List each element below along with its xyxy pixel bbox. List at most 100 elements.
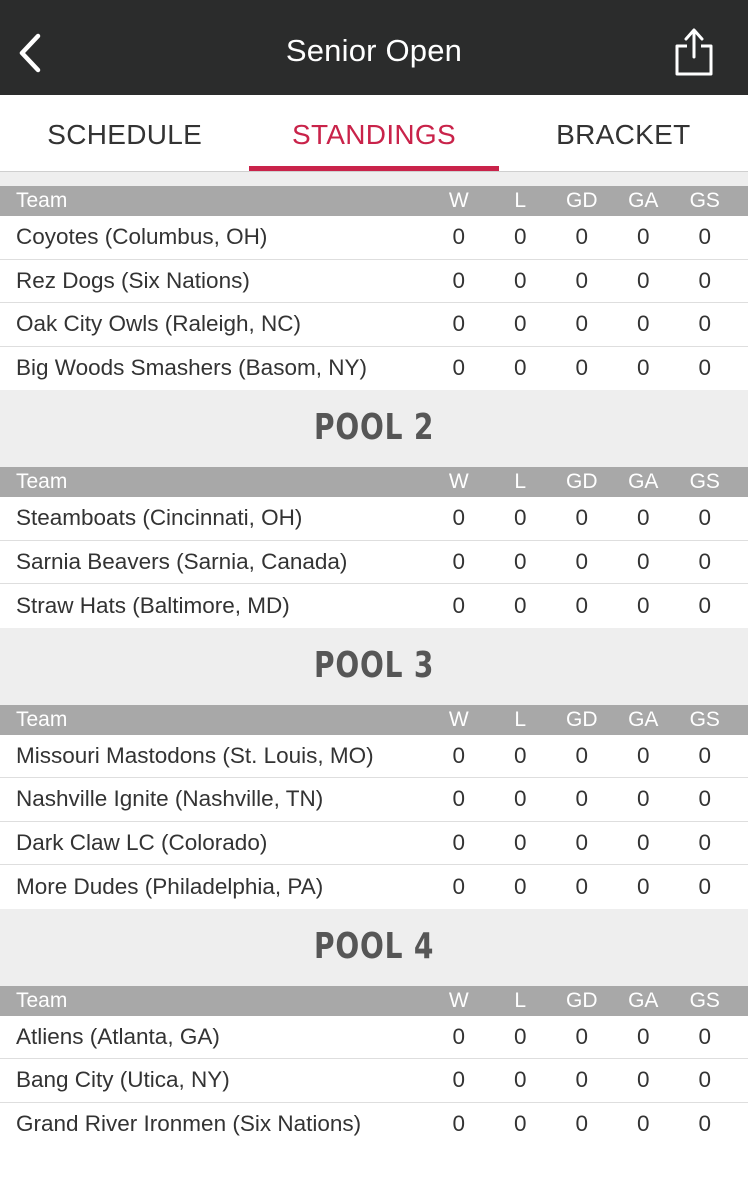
standings-list: Team W L GD GA GS Coyotes (Columbus, OH) 0 0 0 0 0 R… — [0, 172, 748, 1146]
team-name: Atliens (Atlanta, GA) — [16, 1023, 220, 1049]
table-row[interactable]: Rez Dogs (Six Nations) 0 0 0 0 0 — [0, 259, 748, 303]
pool-title-text: POOL 4 — [313, 925, 435, 967]
stat-gs: 0 — [698, 505, 711, 531]
stat-gs: 0 — [698, 873, 711, 899]
column-header-l: L — [514, 470, 527, 493]
stat-ga: 0 — [636, 786, 650, 812]
table-header: Team W L GD GA GS — [0, 985, 748, 1016]
pool-title: POOL 2 — [0, 390, 748, 467]
table-row[interactable]: Sarnia Beavers (Sarnia, Canada) 0 0 0 0 0 — [0, 540, 748, 584]
tab-bar: SCHEDULE STANDINGS BRACKET — [0, 95, 748, 172]
stat-gs: 0 — [698, 1111, 711, 1137]
table-row[interactable]: Big Woods Smashers (Basom, NY) 0 0 0 0 0 — [0, 346, 748, 390]
stat-ga: 0 — [636, 355, 650, 381]
stat-w: 0 — [452, 505, 465, 531]
table-row[interactable]: Steamboats (Cincinnati, OH) 0 0 0 0 0 — [0, 497, 748, 541]
stat-ga: 0 — [636, 592, 650, 618]
column-header-ga: GA — [628, 189, 659, 212]
tab-standings[interactable]: STANDINGS — [249, 95, 499, 171]
table-row[interactable]: Oak City Owls (Raleigh, NC) 0 0 0 0 0 — [0, 303, 748, 347]
stat-gs: 0 — [698, 1023, 711, 1049]
column-header-l: L — [514, 189, 527, 212]
stat-l: 0 — [513, 1023, 527, 1049]
stat-gd: 0 — [575, 311, 588, 337]
team-name: Dark Claw LC (Colorado) — [16, 829, 268, 855]
stat-w: 0 — [452, 829, 465, 855]
team-name: Missouri Mastodons (St. Louis, MO) — [16, 742, 374, 768]
team-name: Bang City (Utica, NY) — [16, 1067, 230, 1093]
stat-w: 0 — [452, 1023, 465, 1049]
table-row[interactable]: Straw Hats (Baltimore, MD) 0 0 0 0 0 — [0, 584, 748, 628]
stat-gs: 0 — [698, 224, 711, 250]
stat-ga: 0 — [636, 1023, 650, 1049]
stat-gs: 0 — [698, 592, 711, 618]
team-name: Straw Hats (Baltimore, MD) — [16, 592, 290, 618]
tab-schedule[interactable]: SCHEDULE — [0, 95, 249, 171]
team-name: Big Woods Smashers (Basom, NY) — [16, 355, 367, 381]
stat-gd: 0 — [575, 786, 588, 812]
table-header: Team W L GD GA GS — [0, 186, 748, 216]
table-row[interactable]: Bang City (Utica, NY) 0 0 0 0 0 — [0, 1059, 748, 1103]
stat-w: 0 — [452, 873, 465, 899]
table-body: Steamboats (Cincinnati, OH) 0 0 0 0 0 Sarnia B… — [0, 497, 748, 628]
column-header-l: L — [514, 707, 527, 731]
table-body: Atliens (Atlanta, GA) 0 0 0 0 0 Bang City (Uti… — [0, 1015, 748, 1146]
stat-gs: 0 — [698, 311, 711, 337]
stat-gd: 0 — [575, 742, 588, 768]
stat-ga: 0 — [636, 1111, 650, 1137]
stat-ga: 0 — [636, 742, 650, 768]
column-header-team: Team — [16, 470, 68, 493]
pool-title: POOL 3 — [0, 627, 748, 705]
stat-l: 0 — [513, 267, 527, 293]
stat-gd: 0 — [575, 829, 588, 855]
column-header-team: Team — [16, 189, 68, 212]
stat-ga: 0 — [636, 267, 650, 293]
stat-w: 0 — [452, 1111, 465, 1137]
stat-gs: 0 — [698, 355, 711, 381]
app-header: Senior Open — [0, 0, 748, 95]
table-row[interactable]: More Dudes (Philadelphia, PA) 0 0 0 0 0 — [0, 865, 748, 909]
column-header-gs: GS — [689, 988, 720, 1012]
table-row[interactable]: Atliens (Atlanta, GA) 0 0 0 0 0 — [0, 1015, 748, 1059]
column-header-gd: GD — [566, 470, 598, 493]
stat-l: 0 — [513, 742, 527, 768]
table-row[interactable]: Dark Claw LC (Colorado) 0 0 0 0 0 — [0, 821, 748, 865]
stat-gd: 0 — [575, 873, 588, 899]
stat-l: 0 — [513, 311, 527, 337]
table-row[interactable]: Missouri Mastodons (St. Louis, MO) 0 0 0 0 0 — [0, 734, 748, 778]
stat-w: 0 — [452, 786, 465, 812]
share-icon — [675, 28, 713, 76]
team-name: Rez Dogs (Six Nations) — [16, 267, 250, 293]
column-header-gs: GS — [689, 189, 720, 212]
stat-ga: 0 — [636, 505, 650, 531]
team-name: Oak City Owls (Raleigh, NC) — [16, 311, 302, 337]
column-header-gd: GD — [566, 707, 598, 731]
stat-gs: 0 — [698, 1067, 711, 1093]
table-body: Missouri Mastodons (St. Louis, MO) 0 0 0 0 0 N… — [0, 734, 748, 909]
table-row[interactable]: Nashville Ignite (Nashville, TN) 0 0 0 0 0 — [0, 778, 748, 822]
stat-l: 0 — [513, 548, 527, 574]
stat-w: 0 — [452, 1067, 465, 1093]
tab-bracket[interactable]: BRACKET — [499, 95, 748, 171]
stat-gs: 0 — [698, 267, 711, 293]
team-name: Coyotes (Columbus, OH) — [16, 224, 268, 250]
column-header-gs: GS — [689, 707, 720, 731]
share-button[interactable] — [668, 24, 720, 80]
stat-ga: 0 — [636, 548, 650, 574]
pool-section: Team W L GD GA GS Coyotes (Columbus, OH) 0 0 0 0 0 R… — [0, 172, 748, 390]
stat-w: 0 — [452, 548, 465, 574]
column-header-w: W — [448, 988, 469, 1012]
pool-section: POOL 2 Team W L GD GA GS Steamboats (Cincinnati… — [0, 390, 748, 628]
stat-ga: 0 — [636, 224, 650, 250]
pool-title-text: POOL 3 — [313, 644, 435, 686]
table-row[interactable]: Coyotes (Columbus, OH) 0 0 0 0 0 — [0, 216, 748, 260]
stat-ga: 0 — [636, 829, 650, 855]
column-header-ga: GA — [628, 988, 659, 1012]
team-name: Grand River Ironmen (Six Nations) — [16, 1111, 362, 1137]
stat-w: 0 — [452, 742, 465, 768]
pool-title-text: POOL 2 — [313, 407, 435, 448]
table-row[interactable]: Grand River Ironmen (Six Nations) 0 0 0 0 0 — [0, 1102, 748, 1146]
column-header-ga: GA — [628, 470, 659, 493]
table-body: Coyotes (Columbus, OH) 0 0 0 0 0 Rez Dogs (Six… — [0, 216, 748, 390]
stat-gd: 0 — [575, 592, 588, 618]
